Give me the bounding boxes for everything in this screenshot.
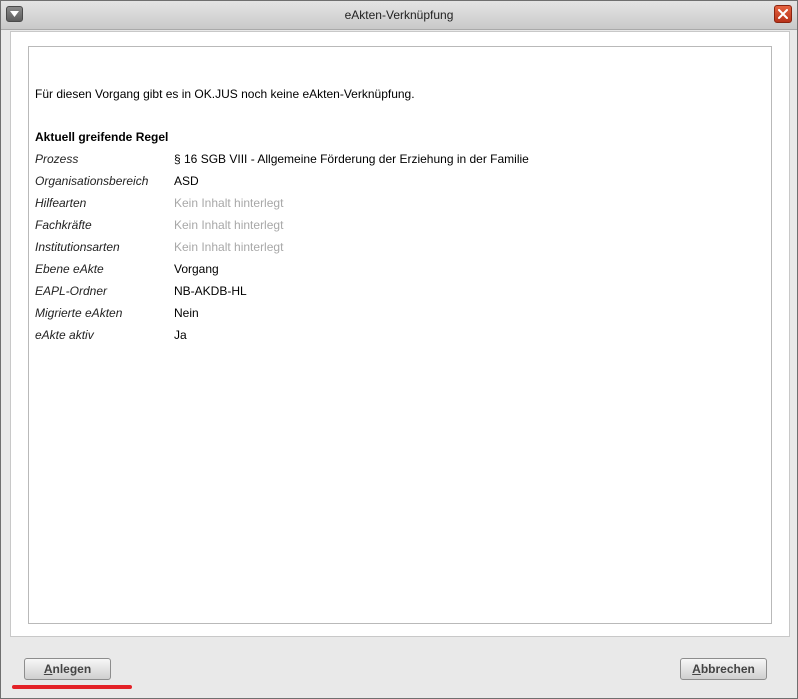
detail-value: Kein Inhalt hinterlegt — [174, 240, 284, 254]
content-area: Für diesen Vorgang gibt es in OK.JUS noc… — [10, 31, 790, 637]
detail-row: Institutionsarten Kein Inhalt hinterlegt — [35, 240, 735, 262]
create-button-label: nlegen — [52, 662, 92, 676]
detail-label: Institutionsarten — [35, 240, 120, 254]
cancel-button-label: bbrechen — [700, 662, 755, 676]
detail-label: Organisationsbereich — [35, 174, 149, 188]
window-title: eAkten-Verknüpfung — [344, 8, 454, 22]
detail-row: Migrierte eAkten Nein — [35, 306, 735, 328]
detail-row: Hilfearten Kein Inhalt hinterlegt — [35, 196, 735, 218]
detail-label: Migrierte eAkten — [35, 306, 123, 320]
detail-value: § 16 SGB VIII - Allgemeine Förderung der… — [174, 152, 529, 166]
close-button[interactable] — [774, 5, 792, 23]
detail-row: Ebene eAkte Vorgang — [35, 262, 735, 284]
detail-label: Ebene eAkte — [35, 262, 104, 276]
detail-value: Kein Inhalt hinterlegt — [174, 218, 284, 232]
rule-details: Prozess § 16 SGB VIII - Allgemeine Förder… — [35, 152, 735, 350]
detail-value: Vorgang — [174, 262, 219, 276]
detail-row: Organisationsbereich ASD — [35, 174, 735, 196]
cancel-button[interactable]: Abbrechen — [680, 658, 767, 680]
intro-text: Für diesen Vorgang gibt es in OK.JUS noc… — [35, 87, 415, 101]
detail-value: Ja — [174, 328, 187, 342]
title-bar: eAkten-Verknüpfung — [1, 1, 797, 30]
create-button-mnemonic: A — [43, 662, 53, 676]
detail-value: Nein — [174, 306, 199, 320]
button-bar: Anlegen Abbrechen — [1, 638, 797, 698]
detail-label: Fachkräfte — [35, 218, 92, 232]
create-button[interactable]: Anlegen — [24, 658, 111, 680]
close-icon — [778, 9, 788, 19]
detail-value: Kein Inhalt hinterlegt — [174, 196, 284, 210]
detail-row: eAkte aktiv Ja — [35, 328, 735, 350]
detail-label: eAkte aktiv — [35, 328, 94, 342]
detail-row: Prozess § 16 SGB VIII - Allgemeine Förder… — [35, 152, 735, 174]
detail-value: NB-AKDB-HL — [174, 284, 247, 298]
detail-row: EAPL-Ordner NB-AKDB-HL — [35, 284, 735, 306]
detail-label: EAPL-Ordner — [35, 284, 108, 298]
cancel-button-mnemonic: A — [692, 662, 701, 676]
detail-label: Hilfearten — [35, 196, 87, 210]
rule-heading: Aktuell greifende Regel — [35, 130, 169, 144]
highlight-underline — [12, 685, 132, 689]
dialog-window: eAkten-Verknüpfung Für diesen Vorgang gi… — [0, 0, 798, 699]
detail-row: Fachkräfte Kein Inhalt hinterlegt — [35, 218, 735, 240]
detail-label: Prozess — [35, 152, 79, 166]
detail-value: ASD — [174, 174, 199, 188]
info-panel: Für diesen Vorgang gibt es in OK.JUS noc… — [28, 46, 772, 624]
